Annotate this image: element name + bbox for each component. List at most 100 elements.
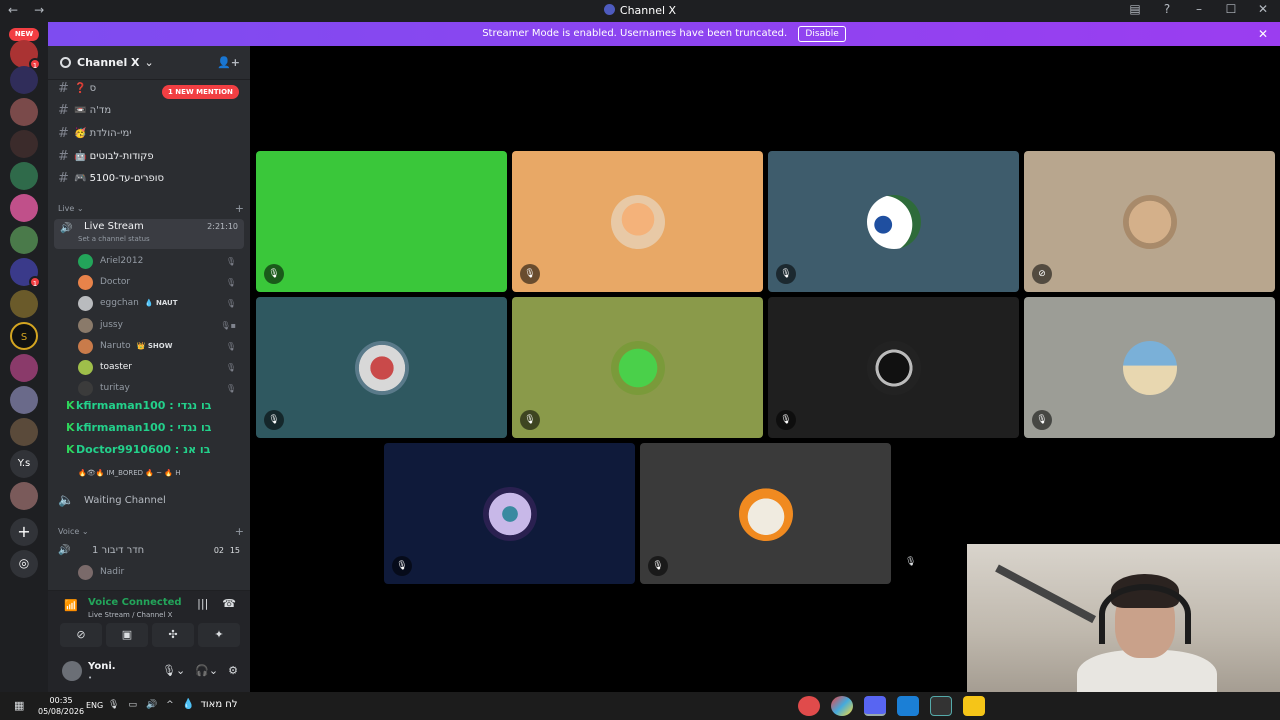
voice-user-small[interactable]: 🔥👁🔥 IM_BORED 🔥 ~ 🔥 H bbox=[78, 469, 244, 477]
add-channel-icon[interactable]: + bbox=[235, 525, 244, 538]
voice-user-spam[interactable]: Kkfirmaman100 : בו נגדי bbox=[66, 421, 244, 441]
weather-widget[interactable]: 💧 לח מאוד bbox=[182, 699, 238, 710]
voice-user-spam[interactable]: KDoctor9910600 : בו אנ bbox=[66, 443, 244, 463]
streamer-mode-banner: Streamer Mode is enabled. Usernames have… bbox=[48, 22, 1280, 46]
voice-user[interactable]: turitay 🎙 bbox=[78, 378, 244, 398]
maximize-button[interactable]: ☐ bbox=[1222, 2, 1240, 16]
camera-off-button[interactable]: ⊘ bbox=[60, 623, 102, 647]
droplet-icon: 💧 bbox=[182, 699, 195, 710]
minimize-button[interactable]: – bbox=[1190, 2, 1208, 16]
avatar bbox=[78, 274, 93, 290]
server-rail: NEW 1 1 S Y.s + ◎ bbox=[0, 22, 48, 692]
voice-user[interactable]: Ariel2012 🎙 bbox=[78, 251, 244, 271]
settings-gear-icon[interactable]: ⚙ bbox=[228, 664, 238, 677]
volume-icon[interactable]: 🔊 bbox=[146, 700, 157, 710]
add-server-icon[interactable]: + bbox=[10, 518, 38, 546]
server-folder-icon[interactable] bbox=[10, 482, 38, 510]
participant-tile[interactable]: 🎙 bbox=[768, 151, 1019, 292]
new-mention-badge[interactable]: 1 NEW MENTION bbox=[162, 85, 239, 99]
disconnect-icon[interactable]: ☎ bbox=[222, 597, 236, 610]
server-icon[interactable] bbox=[10, 386, 38, 414]
help-icon[interactable]: ? bbox=[1158, 2, 1176, 16]
speaker-icon: 🔊 bbox=[60, 223, 73, 234]
activities-button[interactable]: ✣ bbox=[152, 623, 194, 647]
text-channel[interactable]: # 🤖 פקודות-לבוטים bbox=[58, 146, 244, 166]
add-channel-icon[interactable]: + bbox=[235, 202, 244, 215]
chrome-icon[interactable] bbox=[831, 696, 853, 716]
participant-tile[interactable]: 🎙 bbox=[1024, 297, 1275, 438]
voice-user[interactable]: Nadir bbox=[78, 562, 244, 582]
headphones-icon[interactable]: 🎧⌄ bbox=[195, 664, 218, 677]
text-channel[interactable]: # 📼 מד'ה bbox=[58, 100, 244, 120]
soundboard-button[interactable]: ✦ bbox=[198, 623, 240, 647]
participant-tile[interactable]: 🎙 bbox=[256, 151, 507, 292]
discord-taskbar-icon[interactable] bbox=[864, 696, 886, 716]
mic-icon: 🎙 bbox=[225, 298, 236, 308]
chevron-up-icon[interactable]: ^ bbox=[166, 700, 174, 710]
window-title: Channel X bbox=[0, 4, 1280, 17]
server-icon[interactable] bbox=[10, 130, 38, 158]
guild-header[interactable]: Channel X ⌄ 👤+ bbox=[48, 46, 250, 80]
server-icon[interactable]: S bbox=[10, 322, 38, 350]
mic-icon: 🎙 bbox=[520, 264, 540, 284]
disable-button[interactable]: Disable bbox=[798, 26, 846, 42]
voice-user-spam[interactable]: Kkfirmaman100 : בו נגדי bbox=[66, 399, 244, 419]
mic-icon: 🎙 bbox=[905, 557, 917, 567]
server-icon[interactable] bbox=[10, 162, 38, 190]
mic-icon: 🎙 bbox=[225, 341, 236, 351]
avatar bbox=[78, 338, 93, 354]
inbox-icon[interactable]: ▤ bbox=[1126, 2, 1144, 16]
participant-tile[interactable]: 🎙 bbox=[512, 297, 763, 438]
server-icon[interactable] bbox=[10, 226, 38, 254]
close-window-button[interactable]: ✕ bbox=[1254, 2, 1272, 16]
participant-tile[interactable]: 🎙 bbox=[768, 297, 1019, 438]
participant-tile[interactable]: 🎙 bbox=[640, 443, 891, 584]
server-icon[interactable] bbox=[10, 290, 38, 318]
hash-icon: # bbox=[58, 170, 69, 186]
participant-tile[interactable]: 🎙 bbox=[384, 443, 635, 584]
voice-channel-live-stream[interactable]: 🔊 Live Stream 2:21:10 Set a channel stat… bbox=[54, 219, 244, 249]
clock[interactable]: 00:35 05/08/2026 bbox=[38, 695, 84, 717]
category-voice[interactable]: Voice ⌄ + bbox=[58, 525, 244, 538]
voice-user[interactable]: Doctor 🎙 bbox=[78, 272, 244, 292]
discover-icon[interactable]: ◎ bbox=[10, 550, 38, 578]
muted-mic-icon: 🎙▪ bbox=[220, 320, 236, 330]
voice-channel-talk[interactable]: 🔊 חדר דיבור 1 02 15 bbox=[58, 540, 244, 560]
store-icon[interactable] bbox=[930, 696, 952, 716]
server-icon[interactable]: Y.s bbox=[10, 450, 38, 478]
server-icon[interactable]: 1 bbox=[10, 258, 41, 288]
category-live[interactable]: Live ⌄ + bbox=[58, 202, 244, 215]
server-icon[interactable] bbox=[10, 194, 38, 222]
avatar bbox=[78, 359, 93, 375]
voice-user[interactable]: toaster 🎙 bbox=[78, 357, 244, 377]
text-channel[interactable]: # 🥳 ימי-הולדת bbox=[58, 123, 244, 143]
voice-channel-waiting[interactable]: 🔈 Waiting Channel bbox=[58, 490, 244, 510]
screen-share-button[interactable]: ▣ bbox=[106, 623, 148, 647]
participant-tile[interactable]: 🎙 bbox=[512, 151, 763, 292]
outlook-icon[interactable] bbox=[897, 696, 919, 716]
server-icon[interactable]: 1 bbox=[10, 40, 41, 70]
close-icon[interactable]: ✕ bbox=[1258, 22, 1268, 46]
invite-icon[interactable]: 👤+ bbox=[217, 56, 240, 69]
voice-user[interactable]: eggchan 💧 NAUT 🎙 bbox=[78, 293, 244, 313]
server-icon[interactable] bbox=[10, 98, 38, 126]
microphone-icon[interactable]: 🎙⌄ bbox=[162, 664, 185, 677]
app-icon[interactable] bbox=[798, 696, 820, 716]
avatar[interactable] bbox=[62, 661, 82, 681]
speaker-icon: 🔈 bbox=[58, 492, 75, 508]
server-icon[interactable] bbox=[10, 66, 38, 94]
text-channel[interactable]: # 🎮 סופרים-עד-5100 bbox=[58, 168, 244, 188]
desktop-icon[interactable]: ▦ bbox=[14, 699, 24, 712]
network-icon[interactable]: ▭ bbox=[128, 700, 137, 710]
guild-icon bbox=[60, 57, 71, 68]
voice-user[interactable]: jussy 🎙▪ bbox=[78, 315, 244, 335]
server-icon[interactable] bbox=[10, 354, 38, 382]
explorer-icon[interactable] bbox=[963, 696, 985, 716]
noise-suppression-icon[interactable]: ||| bbox=[197, 597, 208, 610]
server-icon[interactable] bbox=[10, 418, 38, 446]
microphone-icon[interactable]: 🎙 bbox=[108, 700, 119, 710]
participant-tile[interactable]: 🎙 bbox=[256, 297, 507, 438]
participant-tile[interactable]: ⊘ bbox=[1024, 151, 1275, 292]
mic-icon: 🎙 bbox=[264, 410, 284, 430]
voice-user[interactable]: Naruto 👑 SHOW 🎙 bbox=[78, 336, 244, 356]
